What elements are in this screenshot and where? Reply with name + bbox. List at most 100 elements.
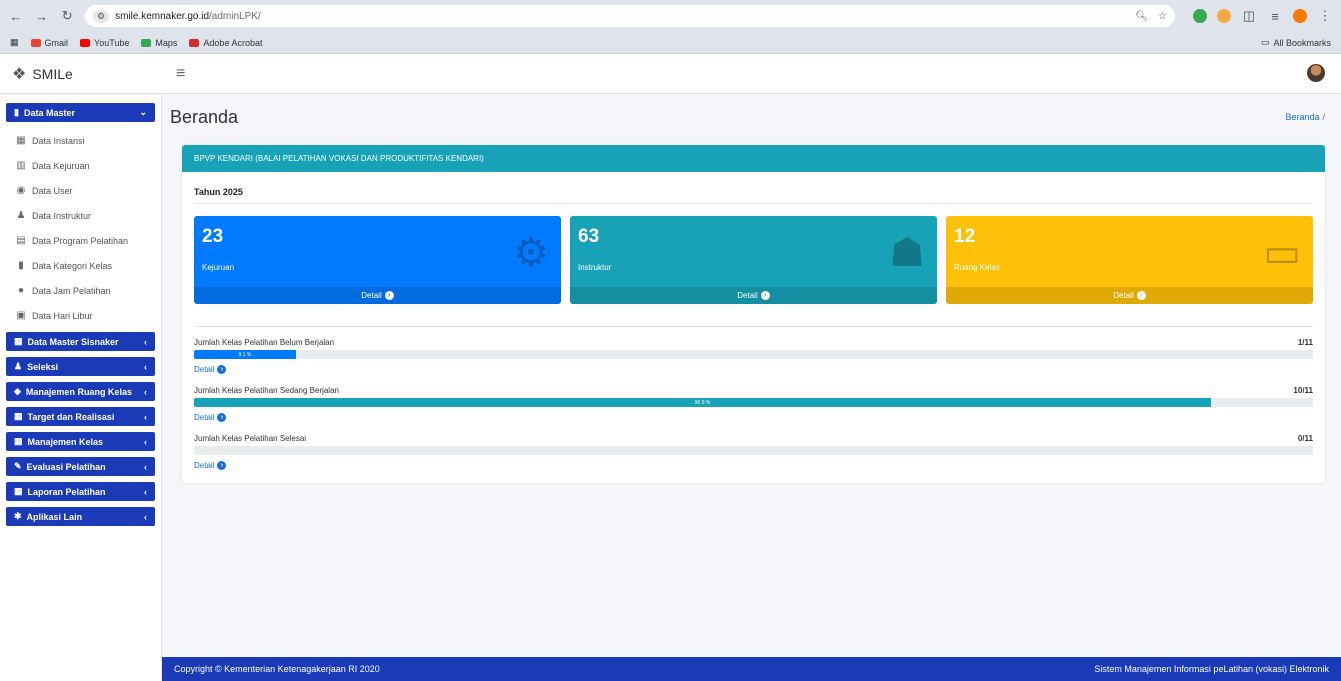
sidebar-menu-aplikasi-lain[interactable]: ✱ Aplikasi Lain ‹ bbox=[6, 507, 155, 526]
bookmark-youtube[interactable]: YouTube bbox=[80, 38, 129, 48]
profile-icon[interactable] bbox=[1293, 9, 1308, 23]
sidebar: ▮ Data Master ⌄ ▦ Data Instansi ▥ Data Kej… bbox=[0, 95, 162, 681]
sidebar-item-label: Data User bbox=[32, 185, 73, 196]
user-tie-icon: ☗ bbox=[889, 231, 925, 275]
sidebar-menu-seleksi[interactable]: ♟ Seleksi ‹ bbox=[6, 357, 155, 376]
brand[interactable]: ❖ SMILe bbox=[0, 64, 160, 84]
sidebar-item-data-user[interactable]: ◉ Data User bbox=[6, 178, 155, 203]
chevron-down-icon: ⌄ bbox=[139, 107, 147, 117]
app-footer: Copyright © Kementerian Ketenagakerjaan … bbox=[162, 657, 1341, 681]
detail-link-selesai[interactable]: Detail › bbox=[194, 461, 227, 470]
breadcrumb-link-beranda[interactable]: Beranda bbox=[1285, 112, 1319, 122]
detail-link-belum-berjalan[interactable]: Detail › bbox=[194, 365, 227, 374]
menu-label: Data Master bbox=[23, 107, 75, 118]
progress-track: 90.9 % bbox=[194, 398, 1313, 407]
bookmarks-bar: ▦ Gmail YouTube Maps Adobe Acrobat ▭ All … bbox=[0, 32, 1341, 54]
site-info-icon[interactable]: ⚙ bbox=[93, 9, 110, 23]
progress-selesai: Jumlah Kelas Pelatihan Selesai 0/11 Detai… bbox=[194, 432, 1313, 471]
book-icon: ▮ bbox=[18, 260, 24, 271]
progress-label: Jumlah Kelas Pelatihan Belum Berjalan bbox=[194, 337, 335, 347]
back-icon[interactable]: ← bbox=[8, 9, 24, 24]
pencil-icon: ✎ bbox=[14, 461, 22, 471]
sidebar-item-label: Data Kejuruan bbox=[32, 160, 90, 171]
arrow-circle-right-icon: › bbox=[384, 291, 394, 300]
sidebar-submenu: ▦ Data Instansi ▥ Data Kejuruan ◉ Data User… bbox=[6, 128, 155, 328]
progress-header: Jumlah Kelas Pelatihan Selesai 0/11 bbox=[194, 432, 1313, 444]
sidebar-item-label: Data Instansi bbox=[32, 135, 85, 146]
main-content: Beranda Beranda / BPVP KENDARI (BALAI PEL… bbox=[170, 95, 1325, 483]
sidebar-item-data-jam-pelatihan[interactable]: ● Data Jam Pelatihan bbox=[6, 278, 155, 303]
stat-label: Instruktur bbox=[578, 263, 612, 272]
menu-label: Seleksi bbox=[27, 361, 59, 372]
star-icon[interactable]: ☆ bbox=[1158, 11, 1167, 22]
sidebar-item-data-hari-libur[interactable]: ▣ Data Hari Libur bbox=[6, 303, 155, 328]
avatar[interactable] bbox=[1307, 64, 1325, 82]
brand-text: SMILe bbox=[32, 65, 73, 82]
detail-link-sedang-berjalan[interactable]: Detail › bbox=[194, 413, 227, 422]
sidebar-menu-laporan-pelatihan[interactable]: ▦ Laporan Pelatihan ‹ bbox=[6, 482, 155, 501]
forward-icon[interactable]: → bbox=[34, 9, 50, 24]
detail-button-instruktur[interactable]: Detail › bbox=[570, 287, 937, 304]
bookmark-adobe[interactable]: Adobe Acrobat bbox=[189, 38, 262, 48]
sidebar-item-data-program-pelatihan[interactable]: ▤ Data Program Pelatihan bbox=[6, 228, 155, 253]
door-icon: ◈ bbox=[14, 386, 21, 396]
sidebar-item-data-instruktur[interactable]: ♟ Data Instruktur bbox=[6, 203, 155, 228]
chevron-left-icon: ‹ bbox=[144, 386, 147, 397]
progress-bar: 90.9 % bbox=[194, 398, 1212, 407]
more-menu-icon[interactable]: ⋮ bbox=[1317, 8, 1333, 24]
address-bar[interactable]: ⚙ smile.kemnaker.go.id/adminLPK/ 🔍︎ ☆ bbox=[85, 5, 1176, 27]
reload-icon[interactable]: ↻ bbox=[59, 8, 75, 24]
sidebar-item-label: Data Program Pelatihan bbox=[32, 235, 129, 246]
table-icon: ▦ bbox=[14, 436, 23, 446]
gmail-icon bbox=[30, 38, 41, 47]
smile-logo-icon: ❖ bbox=[12, 65, 27, 83]
extension-icon[interactable] bbox=[1193, 9, 1208, 23]
sidebar-menu-manajemen-kelas[interactable]: ▦ Manajemen Kelas ‹ bbox=[6, 432, 155, 451]
sidebar-item-data-kategori-kelas[interactable]: ▮ Data Kategori Kelas bbox=[6, 253, 155, 278]
arrow-circle-right-icon: › bbox=[1136, 291, 1146, 300]
stat-box-kejuruan: 23 Kejuruan ⚙ Detail › bbox=[194, 216, 561, 304]
sidebar-item-data-kejuruan[interactable]: ▥ Data Kejuruan bbox=[6, 153, 155, 178]
adobe-icon bbox=[189, 38, 200, 47]
user-check-icon: ♟ bbox=[14, 361, 23, 371]
chevron-left-icon: ‹ bbox=[144, 336, 147, 347]
menu-label: Target dan Realisasi bbox=[27, 411, 115, 422]
progress-header: Jumlah Kelas Pelatihan Belum Berjalan 1/1… bbox=[194, 336, 1313, 348]
all-bookmarks[interactable]: ▭ All Bookmarks bbox=[1261, 37, 1331, 48]
sidebar-menu-manajemen-ruang-kelas[interactable]: ◈ Manajemen Ruang Kelas ‹ bbox=[6, 382, 155, 401]
stat-value: 63 bbox=[578, 226, 600, 247]
chevron-left-icon: ‹ bbox=[144, 411, 147, 422]
trash-icon: ▤ bbox=[16, 235, 26, 246]
sidebar-menu-evaluasi-pelatihan[interactable]: ✎ Evaluasi Pelatihan ‹ bbox=[6, 457, 155, 476]
table-icon: ▦ bbox=[14, 336, 23, 346]
detail-button-ruang-kelas[interactable]: Detail › bbox=[946, 287, 1313, 304]
menu-label: Manajemen Ruang Kelas bbox=[25, 386, 132, 397]
progress-label: Jumlah Kelas Pelatihan Selesai bbox=[194, 433, 307, 443]
detail-label: Detail bbox=[194, 413, 215, 422]
chevron-left-icon: ‹ bbox=[144, 436, 147, 447]
bookmark-label: YouTube bbox=[94, 37, 130, 48]
app-full-name: Sistem Manajemen Informasi peLatihan (vo… bbox=[1094, 664, 1329, 674]
sidebar-item-data-instansi[interactable]: ▦ Data Instansi bbox=[6, 128, 155, 153]
chevron-left-icon: ‹ bbox=[144, 461, 147, 472]
sidebar-menu-data-master-sisnaker[interactable]: ▦ Data Master Sisnaker ‹ bbox=[6, 332, 155, 351]
year-label: Tahun 2025 bbox=[194, 180, 1313, 204]
hamburger-menu-icon[interactable]: ≡ bbox=[176, 65, 185, 83]
bookmark-maps[interactable]: Maps bbox=[141, 38, 177, 48]
bookmark-gmail[interactable]: Gmail bbox=[30, 38, 68, 48]
detail-label: Detail bbox=[361, 291, 382, 300]
extensions-puzzle-icon[interactable]: ◫ bbox=[1241, 8, 1257, 24]
reading-list-icon[interactable]: ≡ bbox=[1267, 9, 1283, 24]
progress-track bbox=[194, 446, 1313, 455]
apps-icon[interactable]: ▦ bbox=[10, 37, 19, 48]
menu-label: Evaluasi Pelatihan bbox=[26, 461, 106, 472]
extension-icon[interactable] bbox=[1217, 9, 1232, 23]
progress-header: Jumlah Kelas Pelatihan Sedang Berjalan 10… bbox=[194, 384, 1313, 396]
sidebar-menu-target-realisasi[interactable]: ▦ Target dan Realisasi ‹ bbox=[6, 407, 155, 426]
detail-button-kejuruan[interactable]: Detail › bbox=[194, 287, 561, 304]
sidebar-menu-data-master[interactable]: ▮ Data Master ⌄ bbox=[6, 103, 155, 122]
stat-box-ruang-kelas: 12 Ruang Kelas ▭ Detail › bbox=[946, 216, 1313, 304]
menu-label: Data Master Sisnaker bbox=[27, 336, 119, 347]
browser-toolbar: ← → ↻ ⚙ smile.kemnaker.go.id/adminLPK/ 🔍… bbox=[0, 0, 1341, 32]
zoom-icon[interactable]: 🔍︎ bbox=[1135, 11, 1148, 22]
